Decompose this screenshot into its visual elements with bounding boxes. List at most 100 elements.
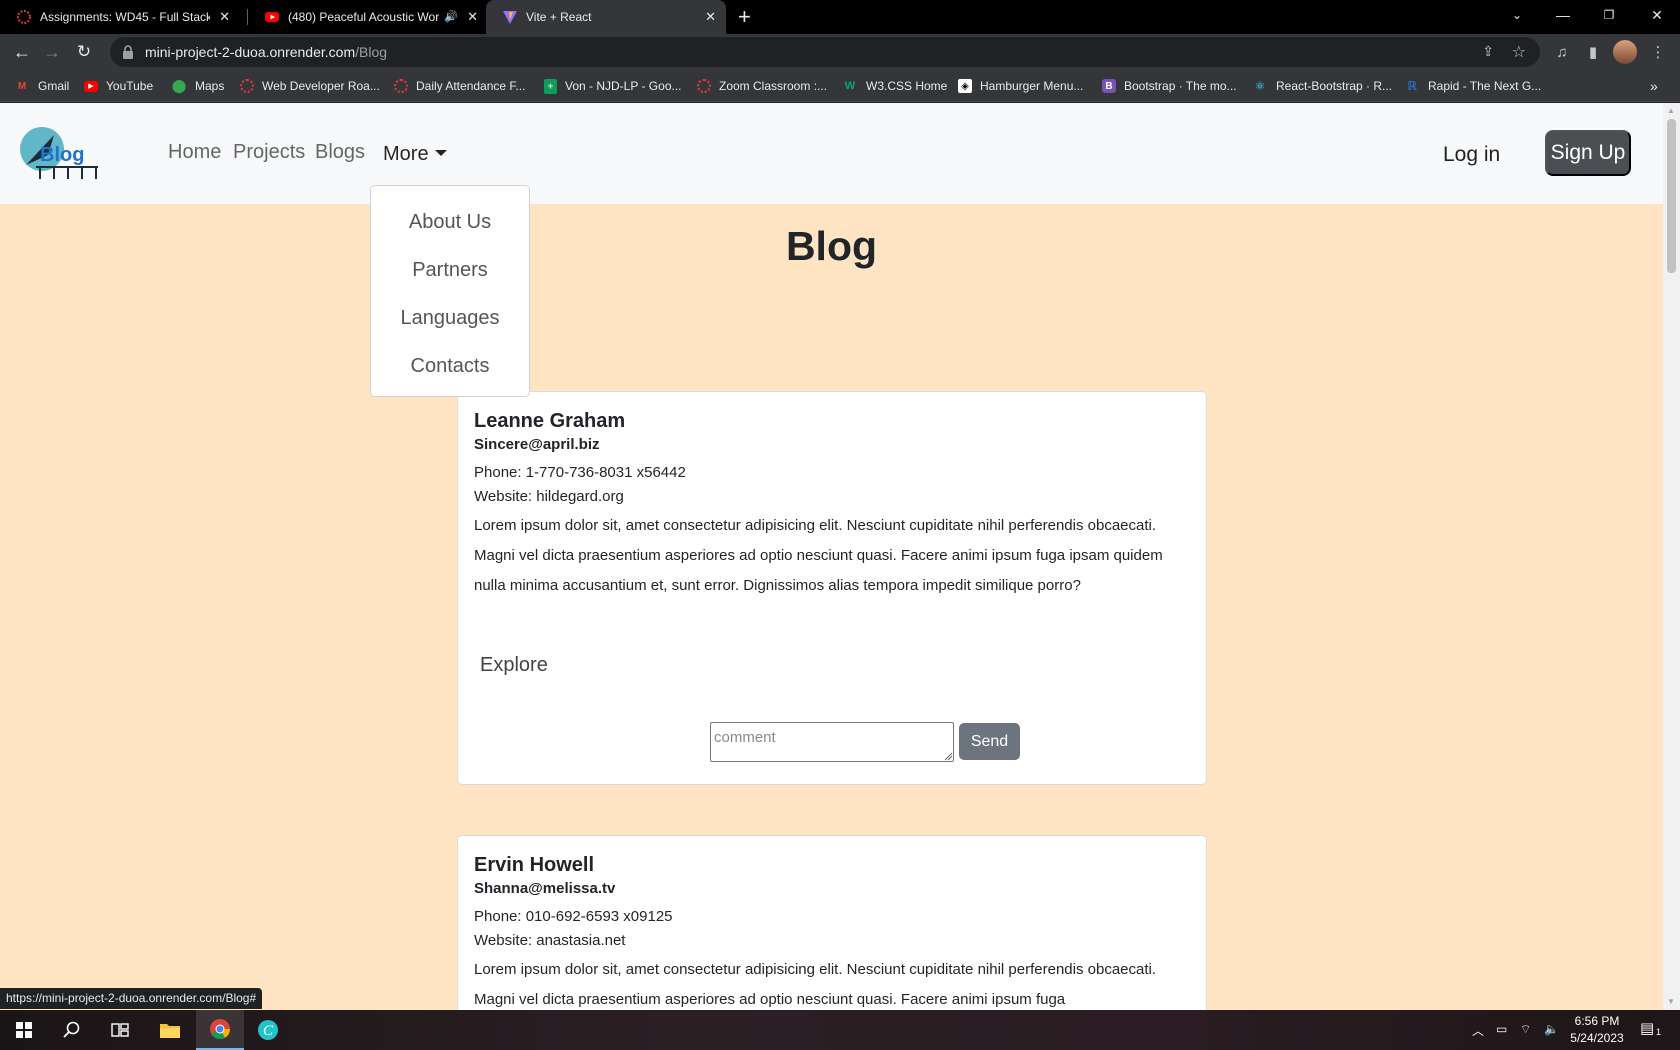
dropdown-item-partners[interactable]: Partners — [371, 259, 529, 282]
vite-icon — [503, 11, 517, 24]
post-author-website: Website: anastasia.net — [474, 932, 626, 949]
dropdown-item-languages[interactable]: Languages — [371, 307, 529, 330]
browser-tab-active[interactable]: Vite + React ✕ — [486, 0, 726, 34]
status-bar-url: https://mini-project-2-duoa.onrender.com… — [0, 988, 263, 1009]
wifi-icon[interactable]: ⌔ — [1520, 1022, 1531, 1037]
bookmark-web-developer-roadmap[interactable]: Web Developer Roa... — [240, 77, 380, 95]
bookmark-label: W3.CSS Home — [866, 79, 948, 93]
bookmark-label: React-Bootstrap · R... — [1276, 79, 1393, 93]
bookmark-youtube[interactable]: ▶ YouTube — [84, 77, 153, 95]
menu-kebab-icon[interactable]: ⋮ — [1648, 42, 1668, 62]
scroll-down-arrow-icon[interactable]: ▼ — [1667, 997, 1675, 1006]
notifications-icon[interactable]: ▤ 1 — [1640, 1019, 1670, 1041]
nav-home[interactable]: Home — [168, 141, 221, 164]
system-clock[interactable]: 6:56 PM 5/24/2023 — [1560, 1013, 1634, 1047]
profile-avatar[interactable] — [1613, 40, 1637, 64]
browser-tab[interactable]: (480) Peaceful Acoustic Wor 🔊 ✕ — [248, 0, 488, 34]
file-explorer-icon[interactable] — [146, 1010, 194, 1050]
reload-icon[interactable]: ↻ — [70, 38, 98, 66]
nav-more-dropdown-toggle[interactable]: More — [383, 143, 447, 166]
bookmark-label: Rapid - The Next G... — [1428, 79, 1542, 93]
bookmarks-overflow-button[interactable]: » — [1650, 77, 1658, 95]
bookmark-daily-attendance[interactable]: Daily Attendance F... — [394, 77, 525, 95]
url-host: mini-project-2-duoa.onrender.com — [145, 44, 356, 60]
close-tab-icon[interactable]: ✕ — [219, 9, 230, 25]
battery-icon[interactable]: ▭ — [1496, 1022, 1507, 1036]
post-author-phone: Phone: 1-770-736-8031 x56442 — [474, 464, 686, 481]
side-panel-icon[interactable]: ▮ — [1583, 42, 1603, 62]
sheets-icon: + — [544, 78, 557, 94]
task-view-icon[interactable] — [96, 1010, 144, 1050]
site-icon — [697, 79, 711, 93]
bookmark-label: Bootstrap · The mo... — [1124, 79, 1237, 93]
browser-toolbar: ← → ↻ mini-project-2-duoa.onrender.com/B… — [0, 34, 1680, 70]
nav-more-label: More — [383, 143, 429, 165]
forward-arrow-icon[interactable]: → — [38, 38, 66, 66]
windows-start-icon[interactable] — [0, 1010, 48, 1050]
youtube-icon: ▶ — [84, 80, 98, 92]
tab-title: Vite + React — [526, 10, 592, 24]
blog-post-card: Leanne Graham Sincere@april.biz Phone: 1… — [457, 391, 1207, 785]
react-icon: ⚛ — [1254, 79, 1266, 93]
textarea-resize-handle-icon[interactable] — [944, 752, 953, 761]
scrollbar-thumb[interactable] — [1667, 119, 1676, 273]
scroll-up-arrow-icon[interactable]: ▲ — [1667, 106, 1675, 115]
page-title: Blog — [785, 223, 878, 269]
maps-icon: ⬤ — [171, 78, 187, 93]
bookmark-rapid[interactable]: ℝ Rapid - The Next G... — [1404, 77, 1541, 95]
address-bar[interactable]: mini-project-2-duoa.onrender.com/Blog ⇪ … — [110, 37, 1540, 67]
close-tab-icon[interactable]: ✕ — [467, 9, 478, 25]
canvas-icon — [17, 10, 31, 24]
volume-icon[interactable]: 🔈 — [1544, 1022, 1559, 1036]
notification-count: 1 — [1656, 1027, 1662, 1037]
send-comment-button[interactable]: Send — [959, 723, 1020, 760]
url-path: /Blog — [355, 44, 388, 60]
more-dropdown-menu: About Us Partners Languages Contacts — [370, 185, 530, 397]
bookmark-gmail[interactable]: M Gmail — [14, 77, 70, 95]
svg-text:C: C — [263, 1023, 274, 1039]
blog-logo[interactable]: Blog — [18, 125, 100, 183]
share-icon[interactable]: ⇪ — [1482, 43, 1494, 60]
login-link[interactable]: Log in — [1443, 143, 1500, 167]
nav-blogs[interactable]: Blogs — [315, 141, 365, 164]
browser-tab[interactable]: Assignments: WD45 - Full Stack W ✕ — [0, 0, 240, 34]
search-icon[interactable] — [48, 1010, 96, 1050]
bookmark-maps[interactable]: ⬤ Maps — [171, 77, 225, 95]
show-hidden-icons-chevron-icon[interactable]: ︿ — [1472, 1022, 1484, 1039]
close-tab-icon[interactable]: ✕ — [705, 9, 716, 25]
bookmark-bootstrap[interactable]: B Bootstrap · The mo... — [1102, 77, 1237, 95]
dropdown-item-contacts[interactable]: Contacts — [371, 355, 529, 378]
chrome-icon[interactable] — [196, 1010, 244, 1050]
canva-icon[interactable]: C — [244, 1010, 292, 1050]
page-scrollbar[interactable]: ▲ ▼ — [1663, 103, 1680, 1010]
clock-time: 6:56 PM — [1574, 1014, 1620, 1028]
post-author-phone: Phone: 010-692-6593 x09125 — [474, 908, 673, 925]
bookmark-hamburger-menu[interactable]: ◈ Hamburger Menu... — [958, 77, 1083, 95]
restore-icon[interactable]: ❐ — [1586, 0, 1632, 30]
window-close-icon[interactable]: ✕ — [1634, 0, 1680, 30]
back-arrow-icon[interactable]: ← — [8, 38, 36, 66]
bookmark-star-icon[interactable]: ☆ — [1512, 42, 1526, 62]
bookmark-label: Web Developer Roa... — [262, 79, 380, 93]
bookmark-zoom-classroom[interactable]: Zoom Classroom :... — [697, 77, 827, 95]
explore-link[interactable]: Explore — [480, 654, 548, 677]
nav-projects[interactable]: Projects — [233, 141, 305, 164]
audio-playing-icon[interactable]: 🔊 — [444, 10, 458, 23]
bookmark-label: YouTube — [106, 79, 154, 93]
blog-post-card: Ervin Howell Shanna@melissa.tv Phone: 01… — [457, 835, 1207, 1010]
comment-input[interactable] — [710, 722, 954, 762]
new-tab-button[interactable]: + — [738, 4, 751, 30]
tab-search-icon[interactable]: ⌄ — [1494, 0, 1540, 30]
bookmark-w3css[interactable]: W W3.CSS Home — [842, 77, 948, 95]
caret-down-icon — [434, 150, 447, 156]
windows-taskbar: C ︿ ▭ ⌔ 🔈 6:56 PM 5/24/2023 ▤ 1 — [0, 1010, 1680, 1050]
minimize-icon[interactable]: — — [1540, 0, 1586, 30]
bookmark-google-sheets[interactable]: + Von - NJD-LP - Goo... — [544, 77, 682, 95]
bookmark-react-bootstrap[interactable]: ⚛ React-Bootstrap · R... — [1252, 77, 1392, 95]
dropdown-item-about-us[interactable]: About Us — [371, 211, 529, 234]
media-control-icon[interactable]: ♫ — [1552, 42, 1572, 62]
bookmark-label: Daily Attendance F... — [416, 79, 526, 93]
lock-icon[interactable] — [122, 45, 134, 59]
signup-button[interactable]: Sign Up — [1545, 130, 1631, 176]
clock-date: 5/24/2023 — [1570, 1031, 1624, 1045]
